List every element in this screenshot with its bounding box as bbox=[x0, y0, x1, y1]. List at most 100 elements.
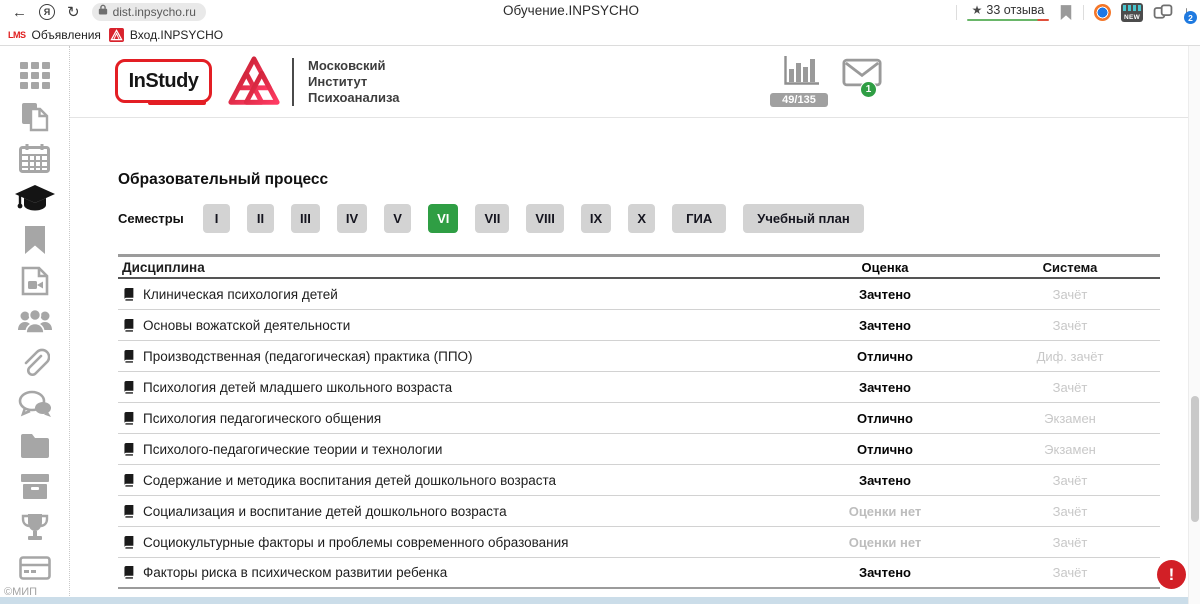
back-icon[interactable]: ← bbox=[12, 5, 27, 20]
reviews-label: 33 отзыва bbox=[986, 3, 1044, 17]
discipline-cell[interactable]: Факторы риска в психическом развитии реб… bbox=[118, 565, 790, 580]
semester-tab-V[interactable]: V bbox=[384, 204, 411, 233]
book-icon bbox=[122, 474, 135, 487]
table-row[interactable]: Психолого-педагогические теории и технол… bbox=[118, 434, 1160, 465]
semester-tab-IV[interactable]: IV bbox=[337, 204, 367, 233]
grade-cell: Отлично bbox=[790, 442, 980, 457]
instudy-logo[interactable]: InStudy bbox=[115, 59, 212, 103]
table-row[interactable]: Основы вожатской деятельностиЗачтеноЗачё… bbox=[118, 310, 1160, 341]
table-row[interactable]: Производственная (педагогическая) практи… bbox=[118, 341, 1160, 372]
institute-name: Московский Институт Психоанализа bbox=[308, 58, 400, 106]
sidebar-item-people[interactable] bbox=[0, 304, 70, 345]
sidebar-item-calendar[interactable] bbox=[0, 140, 70, 181]
discipline-name: Социализация и воспитание детей дошкольн… bbox=[143, 504, 507, 519]
semester-tab-I[interactable]: I bbox=[203, 204, 230, 233]
bookmark-announcements[interactable]: LMS Объявления bbox=[8, 28, 101, 42]
people-icon bbox=[17, 308, 53, 341]
discipline-cell[interactable]: Психология детей младшего школьного возр… bbox=[118, 380, 790, 395]
alert-exclamation-icon[interactable]: ! bbox=[1157, 560, 1186, 589]
lms-favicon: LMS bbox=[8, 30, 26, 40]
scrollbar-thumb[interactable] bbox=[1191, 396, 1199, 522]
discipline-cell[interactable]: Основы вожатской деятельности bbox=[118, 318, 790, 333]
discipline-cell[interactable]: Психолого-педагогические теории и технол… bbox=[118, 442, 790, 457]
extension-color-icon[interactable] bbox=[1094, 4, 1111, 21]
downloads-button[interactable]: ↓ 2 bbox=[1183, 3, 1190, 21]
sidebar-item-bookmarks[interactable] bbox=[0, 222, 70, 263]
horizontal-scrollbar[interactable] bbox=[0, 597, 1188, 604]
semester-tab-VIII[interactable]: VIII bbox=[526, 204, 564, 233]
reload-icon[interactable]: ↻ bbox=[67, 5, 80, 20]
sidebar: ©МИП bbox=[0, 46, 70, 604]
progress-stats-button[interactable]: 49/135 bbox=[770, 56, 832, 107]
extension-new-icon[interactable]: NEW bbox=[1121, 3, 1143, 22]
grid-icon bbox=[20, 61, 50, 96]
discipline-cell[interactable]: Социокультурные факторы и проблемы совре… bbox=[118, 535, 790, 550]
book-icon bbox=[122, 536, 135, 549]
vertical-scrollbar[interactable] bbox=[1188, 46, 1200, 604]
semester-tab-Учебный план[interactable]: Учебный план bbox=[743, 204, 863, 233]
site-reviews-button[interactable]: ★ 33 отзыва bbox=[967, 3, 1049, 22]
semester-tab-II[interactable]: II bbox=[247, 204, 274, 233]
discipline-cell[interactable]: Клиническая психология детей bbox=[118, 287, 790, 302]
discipline-cell[interactable]: Производственная (педагогическая) практи… bbox=[118, 349, 790, 364]
semester-tab-IX[interactable]: IX bbox=[581, 204, 611, 233]
table-row[interactable]: Содержание и методика воспитания детей д… bbox=[118, 465, 1160, 496]
address-bar[interactable]: dist.inpsycho.ru bbox=[92, 3, 206, 21]
divider bbox=[956, 5, 957, 20]
sidebar-item-education[interactable] bbox=[0, 181, 70, 222]
system-cell: Зачёт bbox=[980, 535, 1160, 550]
grade-cell: Отлично bbox=[790, 349, 980, 364]
extension-shapes-icon[interactable] bbox=[1153, 4, 1173, 20]
system-cell: Зачёт bbox=[980, 318, 1160, 333]
star-icon: ★ bbox=[972, 3, 983, 17]
grade-cell: Зачтено bbox=[790, 287, 980, 302]
logo-underline bbox=[148, 100, 206, 105]
discipline-cell[interactable]: Социализация и воспитание детей дошкольн… bbox=[118, 504, 790, 519]
semester-tab-III[interactable]: III bbox=[291, 204, 320, 233]
lock-icon bbox=[98, 3, 108, 21]
discipline-name: Социокультурные факторы и проблемы совре… bbox=[143, 535, 568, 550]
browser-toolbar: ← Я ↻ dist.inpsycho.ru Обучение.INPSYCHO… bbox=[0, 0, 1200, 24]
institute-line: Институт bbox=[308, 74, 400, 90]
disciplines-table: Дисциплина Оценка Система Клиническая пс… bbox=[118, 254, 1160, 589]
column-discipline: Дисциплина bbox=[118, 260, 790, 275]
discipline-name: Факторы риска в психическом развитии реб… bbox=[143, 565, 447, 580]
table-row[interactable]: Психология детей младшего школьного возр… bbox=[118, 372, 1160, 403]
progress-count-badge: 49/135 bbox=[770, 93, 828, 107]
sidebar-item-apps[interactable] bbox=[0, 58, 70, 99]
bookmark-icon[interactable] bbox=[1059, 4, 1073, 21]
sidebar-item-achievements[interactable] bbox=[0, 509, 70, 550]
table-row[interactable]: Социализация и воспитание детей дошкольн… bbox=[118, 496, 1160, 527]
discipline-cell[interactable]: Содержание и методика воспитания детей д… bbox=[118, 473, 790, 488]
discipline-cell[interactable]: Психология педагогического общения bbox=[118, 411, 790, 426]
triangle-favicon bbox=[109, 28, 124, 42]
bookmark-login-inpsycho[interactable]: Вход.INPSYCHO bbox=[109, 28, 223, 42]
grade-cell: Оценки нет bbox=[790, 535, 980, 550]
column-system: Система bbox=[980, 260, 1160, 275]
sidebar-item-archive[interactable] bbox=[0, 468, 70, 509]
page-title: Образовательный процесс bbox=[118, 171, 1188, 189]
institute-line: Психоанализа bbox=[308, 90, 400, 106]
system-cell: Экзамен bbox=[980, 411, 1160, 426]
header-divider bbox=[292, 58, 294, 106]
graduation-cap-icon bbox=[13, 183, 57, 220]
table-row[interactable]: Психология педагогического общенияОтличн… bbox=[118, 403, 1160, 434]
grade-cell: Зачтено bbox=[790, 565, 980, 580]
sidebar-item-files[interactable] bbox=[0, 427, 70, 468]
browser-home-icon[interactable]: Я bbox=[39, 4, 55, 20]
sidebar-item-documents[interactable] bbox=[0, 99, 70, 140]
sidebar-item-payments[interactable] bbox=[0, 550, 70, 591]
sidebar-item-video-materials[interactable] bbox=[0, 263, 70, 304]
table-row[interactable]: Социокультурные факторы и проблемы совре… bbox=[118, 527, 1160, 558]
semester-tab-VI[interactable]: VI bbox=[428, 204, 458, 233]
sidebar-item-attachments[interactable] bbox=[0, 345, 70, 386]
semester-tab-ГИА[interactable]: ГИА bbox=[672, 204, 726, 233]
table-row[interactable]: Клиническая психология детейЗачтеноЗачёт bbox=[118, 279, 1160, 310]
table-row[interactable]: Факторы риска в психическом развитии реб… bbox=[118, 558, 1160, 589]
semester-tab-X[interactable]: X bbox=[628, 204, 655, 233]
sidebar-item-messages[interactable] bbox=[0, 386, 70, 427]
site-header: InStudy bbox=[70, 46, 1188, 118]
semester-tab-VII[interactable]: VII bbox=[475, 204, 509, 233]
mail-button[interactable]: 1 bbox=[842, 58, 882, 92]
book-icon bbox=[122, 443, 135, 456]
